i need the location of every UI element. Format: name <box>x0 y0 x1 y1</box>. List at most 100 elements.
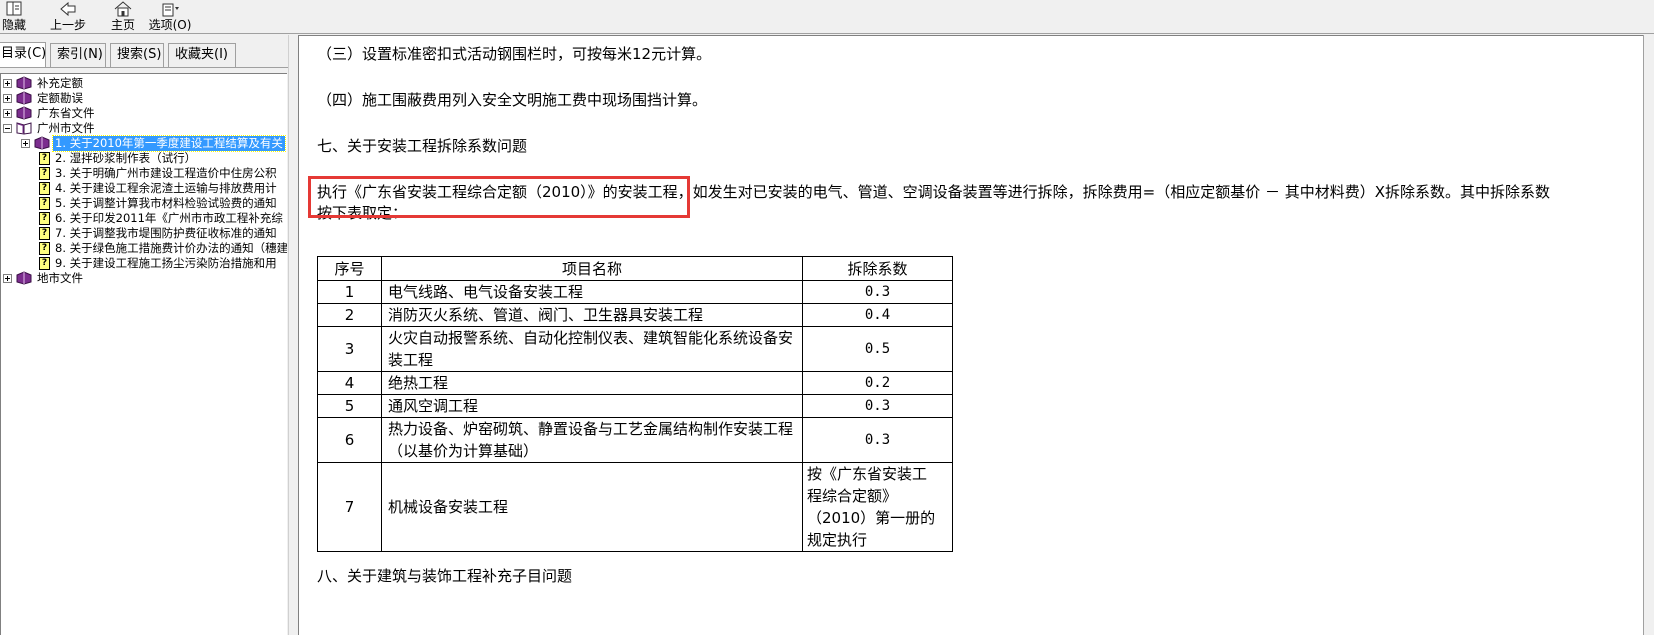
expand-icon[interactable] <box>21 138 30 148</box>
row-item-name: 电气线路、电气设备安装工程 <box>381 280 803 304</box>
hide-button[interactable]: 隐藏 <box>0 0 28 33</box>
tree-node-label: 地市文件 <box>37 270 83 285</box>
tab-index[interactable]: 索引(N) <box>50 43 106 67</box>
table-row: 3 火灾自动报警系统、自动化控制仪表、建筑智能化系统设备安 装工程 0.5 <box>317 326 953 372</box>
tree-node-doc-8[interactable]: ? 8. 关于绿色施工措施费计价办法的通知（穗建 <box>39 240 287 256</box>
row-number: 1 <box>317 280 382 304</box>
paragraph-4: （四）施工围蔽费用列入安全文明施工费中现场围挡计算。 <box>317 91 708 109</box>
item-name-line: 热力设备、炉窑砌筑、静置设备与工艺金属结构制作安装工程 <box>388 420 794 438</box>
expand-icon[interactable] <box>3 93 12 103</box>
tree-node-doc-7[interactable]: ? 7. 关于调整我市堤围防护费征收标准的通知 <box>39 225 279 241</box>
tree-node-guangzhou[interactable]: 广州市文件 <box>3 120 97 136</box>
expand-icon[interactable] <box>3 78 12 88</box>
row-item-name: 绝热工程 <box>381 371 803 395</box>
tree-node-label: 定额勘误 <box>37 90 83 105</box>
row-item-name: 火灾自动报警系统、自动化控制仪表、建筑智能化系统设备安 装工程 <box>381 326 803 372</box>
item-name-line: 装工程 <box>388 351 434 369</box>
item-name-line: （以基价为计算基础） <box>388 442 539 460</box>
item-name-line: 电气线路、电气设备安装工程 <box>388 283 584 301</box>
item-name-line: 火灾自动报警系统、自动化控制仪表、建筑智能化系统设备安 <box>388 329 794 347</box>
tree-node-label: 9. 关于建设工程施工扬尘污染防治措施和用 <box>55 255 277 270</box>
row-coefficient: 0.3 <box>802 280 953 304</box>
nav-tabs: 目录(C) 索引(N) 搜索(S) 收藏夹(I) <box>0 42 288 67</box>
table-row: 6 热力设备、炉窑砌筑、静置设备与工艺金属结构制作安装工程 （以基价为计算基础） 0.… <box>317 417 953 463</box>
navigation-pane: 目录(C) 索引(N) 搜索(S) 收藏夹(I) 补充定额 定额勘误 广东省文件 <box>0 35 288 635</box>
tree-node-label: 8. 关于绿色施工措施费计价办法的通知（穗建 <box>55 240 287 255</box>
help-topic-icon: ? <box>39 181 50 195</box>
options-label: 选项(O) <box>148 18 192 32</box>
tree-node-doc-2[interactable]: ? 2. 湿拌砂浆制作表（试行） <box>39 150 198 166</box>
tree-node-label: 广东省文件 <box>37 105 95 120</box>
red-highlight-box <box>308 176 690 218</box>
tree-node-label: 3. 关于明确广州市建设工程造价中住房公积 <box>55 165 277 180</box>
row-item-name: 热力设备、炉窑砌筑、静置设备与工艺金属结构制作安装工程 （以基价为计算基础） <box>381 417 803 463</box>
help-viewer-window: 隐藏 上一步 主页 选项(O) 目录(C) 索引(N) 搜索(S) 收藏夹(I)… <box>0 0 1654 635</box>
tree-node-doc-4[interactable]: ? 4. 关于建设工程余泥渣土运输与排放费用计 <box>39 180 279 196</box>
table-header-row: 序号 项目名称 拆除系数 <box>317 256 953 281</box>
row-coefficient: 0.5 <box>802 326 953 372</box>
back-label: 上一步 <box>49 18 86 32</box>
book-open-icon <box>16 122 32 135</box>
back-button[interactable]: 上一步 <box>46 0 90 33</box>
hide-label: 隐藏 <box>1 18 26 32</box>
expand-icon[interactable] <box>3 273 12 283</box>
help-topic-icon: ? <box>39 151 50 165</box>
row-number: 2 <box>317 303 382 327</box>
tree-node-doc-3[interactable]: ? 3. 关于明确广州市建设工程造价中住房公积 <box>39 165 279 181</box>
book-closed-icon <box>16 106 32 120</box>
help-topic-icon: ? <box>39 211 50 225</box>
tree-node-errata[interactable]: 定额勘误 <box>3 90 85 106</box>
help-topic-icon: ? <box>39 256 50 270</box>
tree-node-guangdong[interactable]: 广东省文件 <box>3 105 97 121</box>
row-item-name: 通风空调工程 <box>381 394 803 418</box>
row-number: 3 <box>317 326 382 372</box>
coefficient-line: 按《广东省安装工 <box>807 465 928 483</box>
row-item-name: 机械设备安装工程 <box>381 462 803 552</box>
tab-contents[interactable]: 目录(C) <box>0 42 46 67</box>
help-topic-icon: ? <box>39 166 50 180</box>
contents-tree[interactable]: 补充定额 定额勘误 广东省文件 广州市文件 1. 关于2010年第一季度建设工程… <box>0 73 287 635</box>
row-coefficient: 按《广东省安装工 程综合定额》 （2010）第一册的 规定执行 <box>802 462 953 552</box>
section-heading-8: 八、关于建筑与装饰工程补充子目问题 <box>317 567 573 585</box>
book-closed-icon <box>34 136 50 150</box>
row-coefficient: 0.2 <box>802 371 953 395</box>
book-closed-icon <box>16 76 32 90</box>
collapse-icon[interactable] <box>3 123 12 133</box>
row-number: 4 <box>317 371 382 395</box>
coefficient-line: 0.3 <box>864 284 891 300</box>
home-button[interactable]: 主页 <box>108 0 138 33</box>
tree-node-doc-1[interactable]: 1. 关于2010年第一季度建设工程结算及有关 <box>21 134 286 152</box>
table-row: 4 绝热工程 0.2 <box>317 371 953 395</box>
item-name-line: 绝热工程 <box>388 374 449 392</box>
tree-node-label: 2. 湿拌砂浆制作表（试行） <box>55 150 197 165</box>
coefficient-line: 程综合定额》 <box>807 487 898 505</box>
row-number: 5 <box>317 394 382 418</box>
options-button[interactable]: 选项(O) <box>148 0 192 33</box>
tab-favorites[interactable]: 收藏夹(I) <box>168 43 236 67</box>
pane-splitter[interactable] <box>288 35 298 635</box>
row-coefficient: 0.3 <box>802 417 953 463</box>
topic-content: （三）设置标准密扣式活动钢围栏时，可按每米12元计算。 （四）施工围蔽费用列入安… <box>298 35 1654 635</box>
tab-search[interactable]: 搜索(S) <box>110 43 164 67</box>
home-label: 主页 <box>110 18 135 32</box>
section-heading-7: 七、关于安装工程拆除系数问题 <box>317 137 528 155</box>
row-number: 7 <box>317 462 382 552</box>
hide-icon <box>6 1 22 16</box>
item-name-line: 通风空调工程 <box>388 397 479 415</box>
tree-node-doc-6[interactable]: ? 6. 关于印发2011年《广州市市政工程补充综 <box>39 210 285 226</box>
help-topic-icon: ? <box>39 196 50 210</box>
tree-node-supplement[interactable]: 补充定额 <box>3 75 85 91</box>
row-coefficient: 0.4 <box>802 303 953 327</box>
tree-node-cities[interactable]: 地市文件 <box>3 270 85 286</box>
expand-icon[interactable] <box>3 108 12 118</box>
demolition-coefficient-table: 序号 项目名称 拆除系数 1 电气线路、电气设备安装工程 0.3 2 消防灭火系统、管道… <box>317 256 953 552</box>
tree-node-doc-9[interactable]: ? 9. 关于建设工程施工扬尘污染防治措施和用 <box>39 255 279 271</box>
row-coefficient: 0.3 <box>802 394 953 418</box>
tree-node-label: 补充定额 <box>37 75 83 90</box>
coefficient-line: 0.5 <box>864 341 891 357</box>
tree-node-doc-5[interactable]: ? 5. 关于调整计算我市材料检验试验费的通知 <box>39 195 279 211</box>
scrollbar-track[interactable] <box>1643 35 1654 635</box>
item-name-line: 消防灭火系统、管道、阀门、卫生器具安装工程 <box>388 306 704 324</box>
table-row: 1 电气线路、电气设备安装工程 0.3 <box>317 280 953 304</box>
tree-node-label: 4. 关于建设工程余泥渣土运输与排放费用计 <box>55 180 277 195</box>
